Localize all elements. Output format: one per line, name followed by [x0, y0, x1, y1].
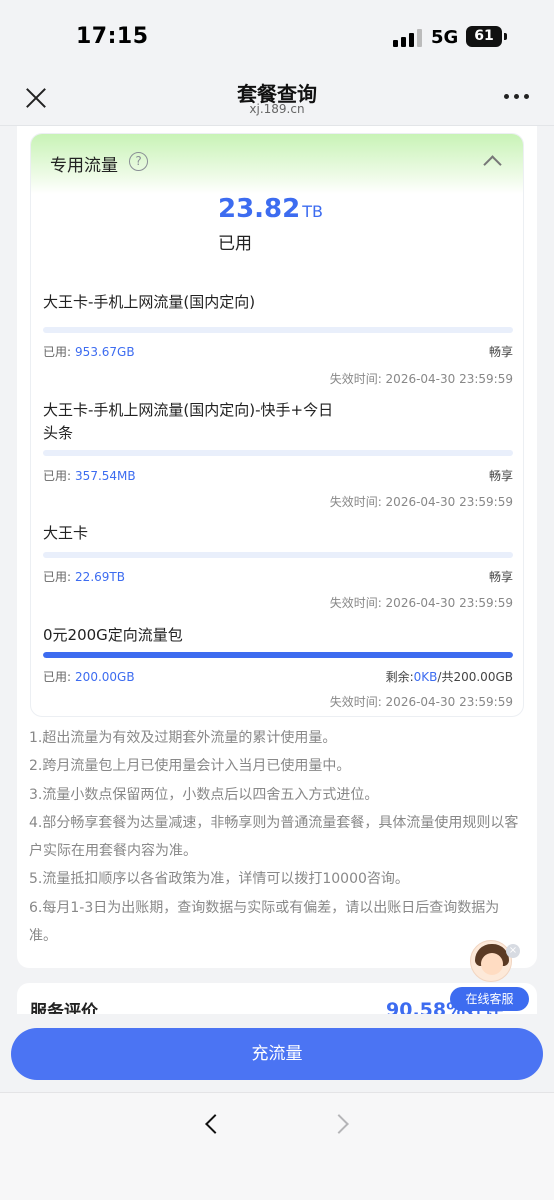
dedicated-flow-card: 专用流量 ? 23.82 TB 已用 大王卡-手机上网流量(国内定向) 已用: 95…: [30, 133, 524, 717]
flow-used: 已用: 357.54MB: [43, 469, 136, 483]
recharge-button[interactable]: 充流量: [11, 1028, 543, 1080]
service-agent-avatar[interactable]: [470, 940, 512, 982]
flow-progress-bar: [43, 652, 513, 658]
flow-expire: 失效时间: 2026-04-30 23:59:59: [329, 596, 513, 610]
close-icon[interactable]: ×: [506, 944, 520, 958]
network-label: 5G: [431, 27, 459, 48]
flow-item-name: 0元200G定向流量包: [43, 626, 183, 644]
flow-status: 畅享: [488, 570, 513, 584]
flow-status: 畅享: [488, 469, 513, 483]
content-card: 专用流量 ? 23.82 TB 已用 大王卡-手机上网流量(国内定向) 已用: 95…: [17, 126, 537, 968]
total-used-label: 已用: [218, 234, 252, 254]
nav-header: 套餐查询 xj.189.cn: [0, 72, 554, 126]
note-item: 4.部分畅享套餐为达量减速，非畅享则为普通流量套餐，具体流量使用规则以客户实际在…: [29, 814, 519, 860]
note-item: 1.超出流量为有效及过期套外流量的累计使用量。: [29, 730, 337, 746]
flow-card-header[interactable]: 专用流量 ?: [31, 134, 523, 194]
note-item: 3.流量小数点保留两位，小数点后以四舍五入方式进位。: [29, 786, 379, 803]
note-item: 5.流量抵扣顺序以各省政策为准，详情可以拨打10000咨询。: [29, 871, 409, 888]
flow-remaining: 剩余:0KB/共200.00GB: [385, 670, 513, 684]
flow-expire: 失效时间: 2026-04-30 23:59:59: [329, 495, 513, 509]
flow-progress-bar: [43, 450, 513, 456]
more-icon[interactable]: [504, 94, 530, 100]
battery-icon: 61: [466, 26, 507, 47]
flow-used: 已用: 953.67GB: [43, 345, 135, 359]
help-icon[interactable]: ?: [129, 152, 148, 171]
flow-status: 畅享: [488, 345, 513, 359]
online-service-button[interactable]: 在线客服: [450, 987, 529, 1011]
flow-item-name: 大王卡-手机上网流量(国内定向)-快手+今日头条: [43, 401, 334, 442]
recharge-bar: 充流量: [0, 1014, 554, 1092]
flow-used: 已用: 22.69TB: [43, 570, 125, 584]
flow-progress-bar: [43, 552, 513, 558]
flow-expire: 失效时间: 2026-04-30 23:59:59: [329, 372, 513, 386]
flow-used: 已用: 200.00GB: [43, 670, 135, 684]
flow-progress-bar: [43, 327, 513, 333]
status-time: 17:15: [76, 24, 149, 49]
flow-item-name: 大王卡-手机上网流量(国内定向): [43, 293, 256, 311]
browser-bottom-bar: [0, 1092, 554, 1200]
total-used-unit: TB: [302, 202, 323, 221]
total-used-value: 23.82 TB: [218, 194, 323, 224]
signal-icon: [393, 29, 423, 47]
flow-expire: 失效时间: 2026-04-30 23:59:59: [329, 695, 513, 709]
flow-section-title: 专用流量: [50, 156, 118, 176]
back-arrow-icon[interactable]: [205, 1114, 225, 1134]
chevron-up-icon[interactable]: [483, 155, 502, 174]
flow-item-name: 大王卡: [43, 524, 89, 542]
usage-notes: 1.超出流量为有效及过期套外流量的累计使用量。 2.跨月流量包上月已使用量会计入…: [29, 724, 527, 950]
forward-arrow-icon[interactable]: [329, 1114, 349, 1134]
page-url: xj.189.cn: [249, 102, 305, 116]
online-service-widget[interactable]: × 在线客服: [450, 940, 532, 1011]
status-bar: 17:15 5G 61: [0, 0, 554, 72]
note-item: 2.跨月流量包上月已使用量会计入当月已使用量中。: [29, 758, 351, 775]
